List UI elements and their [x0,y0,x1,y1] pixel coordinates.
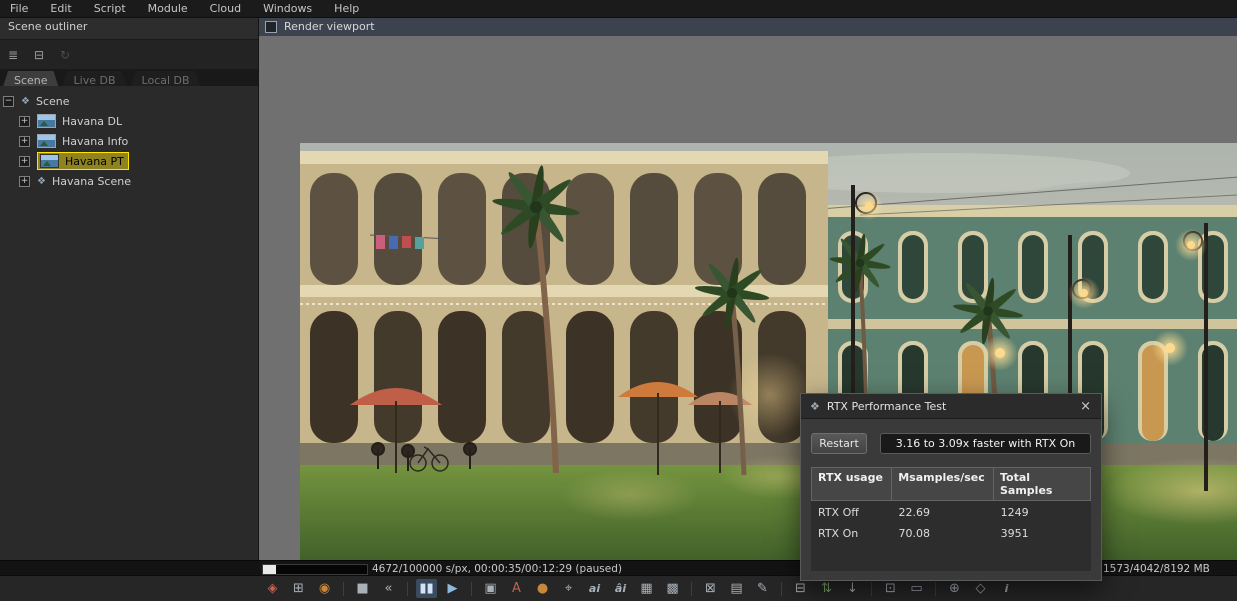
tree-row-havana-info[interactable]: + Havana Info [0,131,258,151]
ai-upsampler-icon[interactable]: âi [610,579,631,598]
render-viewport-checkbox[interactable] [265,20,277,33]
menu-script[interactable]: Script [86,1,140,17]
film-region-icon[interactable]: ▭ [906,579,927,598]
node-editor-icon[interactable]: ◈ [262,579,283,598]
expand-toggle-icon[interactable]: + [19,175,30,187]
scene-outliner-panel: Scene outliner ≣ ⊟ ↻ Scene Live DB Local… [0,17,259,560]
dialog-body: Restart 3.16 to 3.09x faster with RTX On… [801,419,1101,571]
dialog-controls-row: Restart 3.16 to 3.09x faster with RTX On [811,433,1091,454]
toolbar-separator [691,581,692,596]
render-region-icon[interactable]: ⊡ [880,579,901,598]
image-node-icon [37,114,56,128]
pause-render-icon[interactable]: ▮▮ [416,579,437,598]
menu-module[interactable]: Module [140,1,202,17]
restart-button[interactable]: Restart [811,433,867,454]
recenter-view-icon[interactable]: ⊞ [288,579,309,598]
scene-tree: − ❖ Scene + Havana DL + Havana Info + Ha… [0,86,258,560]
menu-cloud[interactable]: Cloud [202,1,255,17]
expand-toggle-icon[interactable]: + [19,155,30,167]
tree-label: Havana PT [65,154,124,168]
tree-label: Havana Info [62,134,129,148]
restart-render-icon[interactable]: « [378,579,399,598]
alpha-mode-icon[interactable]: ▩ [662,579,683,598]
dialog-icon: ❖ [810,399,820,413]
menu-windows[interactable]: Windows [255,1,326,17]
annotate-icon[interactable]: ✎ [752,579,773,598]
rtx-results-table: RTX usage Msamples/sec Total Samples RTX… [811,467,1091,571]
zoom-actual-icon[interactable]: ⊕ [944,579,965,598]
dialog-titlebar[interactable]: ❖ RTX Performance Test × [801,394,1101,419]
refresh-icon[interactable]: ↻ [57,48,73,62]
lock-resolution-icon[interactable]: ⊠ [700,579,721,598]
dialog-title: RTX Performance Test [826,399,947,413]
tree-row-havana-dl[interactable]: + Havana DL [0,111,258,131]
cell-usage: RTX Off [818,506,859,519]
toolbar-separator [935,581,936,596]
background-toggle-icon[interactable]: ▤ [726,579,747,598]
menubar: File Edit Script Module Cloud Windows He… [0,0,1237,18]
material-ball-icon[interactable]: ◉ [314,579,335,598]
viewport-info-icon[interactable]: i [996,579,1017,598]
cell-total: 3951 [1000,527,1029,540]
toolbar-separator [781,581,782,596]
menu-help[interactable]: Help [326,1,373,17]
menu-edit[interactable]: Edit [42,1,85,17]
cell-usage: RTX On [818,527,859,540]
tree-row-havana-scene[interactable]: + ❖ Havana Scene [0,171,258,191]
text-overlay-icon[interactable]: A [506,579,527,598]
col-header-rtx-usage: RTX usage [811,467,893,501]
viewport-header-label: Render viewport [284,20,375,33]
white-balance-icon[interactable]: ● [532,579,553,598]
toolbar-separator [343,581,344,596]
tree-label: Havana DL [62,114,123,128]
panel-title: Scene outliner [0,17,258,40]
tree-label: Scene [35,94,70,108]
save-image-icon[interactable]: ↓ [842,579,863,598]
compare-ab-icon[interactable]: ⇅ [816,579,837,598]
table-row-rtx-on: RTX On 70.08 3951 [811,522,1091,543]
pan-view-icon[interactable]: ◇ [970,579,991,598]
subsampling-icon[interactable]: ▦ [636,579,657,598]
table-row-rtx-off: RTX Off 22.69 1249 [811,501,1091,522]
graph-node-icon: ❖ [37,175,46,187]
close-icon[interactable]: × [1079,400,1092,413]
cell-msamples: 22.69 [898,506,930,519]
viewport-header: Render viewport [259,17,1237,37]
memory-text: 1573/4042/8192 MB [1103,563,1210,575]
table-header-row: RTX usage Msamples/sec Total Samples [811,467,1091,501]
render-progress-bar [262,564,368,575]
render-progress-text: 4672/100000 s/px, 00:00:35/00:12:29 (pau… [372,563,622,575]
selected-node-highlight: Havana PT [37,152,129,170]
rtx-performance-dialog: ❖ RTX Performance Test × Restart 3.16 to… [800,393,1102,581]
stop-render-icon[interactable]: ■ [352,579,373,598]
cell-total: 1249 [1000,506,1029,519]
toolbar-separator [471,581,472,596]
image-node-icon [37,134,56,148]
rtx-result-display: 3.16 to 3.09x faster with RTX On [880,433,1091,454]
ai-denoiser-icon[interactable]: ai [584,579,605,598]
copy-image-icon[interactable]: ⊟ [790,579,811,598]
color-picker-icon[interactable]: ⌖ [558,579,579,598]
collapse-all-icon[interactable]: ⊟ [31,48,47,62]
realtime-mode-icon[interactable]: ▣ [480,579,501,598]
progress-fill [263,565,276,574]
tree-row-scene[interactable]: − ❖ Scene [0,91,258,111]
tree-list-icon[interactable]: ≣ [5,48,21,62]
menu-file[interactable]: File [2,1,42,17]
scene-node-icon: ❖ [21,95,30,107]
toolbar-separator [407,581,408,596]
toolbar-separator [871,581,872,596]
expand-toggle-icon[interactable]: + [19,115,30,127]
cell-msamples: 70.08 [898,527,930,540]
col-header-total-samples: Total Samples [993,467,1091,501]
outliner-toolbar: ≣ ⊟ ↻ [0,40,258,70]
col-header-msamples: Msamples/sec [891,467,994,501]
tree-label: Havana Scene [51,174,131,188]
image-node-icon [40,154,59,168]
tree-row-havana-pt[interactable]: + Havana PT [0,151,258,171]
collapse-toggle-icon[interactable]: − [3,95,14,107]
expand-toggle-icon[interactable]: + [19,135,30,147]
play-render-icon[interactable]: ▶ [442,579,463,598]
